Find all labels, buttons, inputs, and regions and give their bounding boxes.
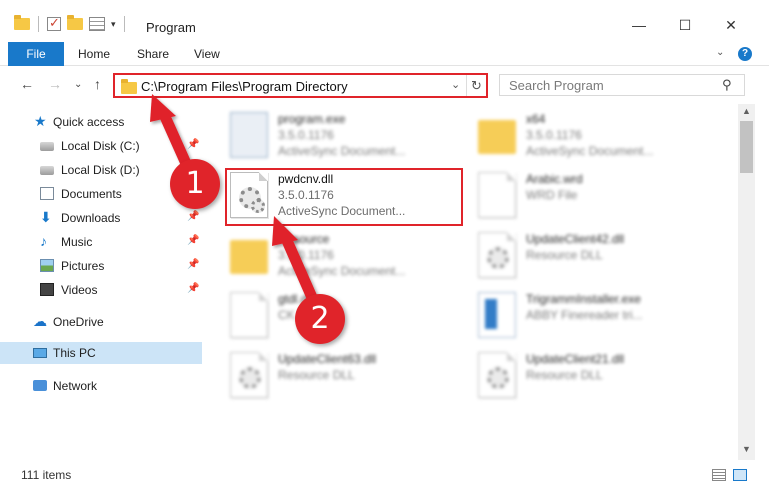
arrow-1 — [150, 94, 194, 174]
annotation-arrows — [150, 94, 320, 308]
annotation-badge-1: 1 — [170, 159, 220, 209]
arrow-2 — [272, 216, 320, 308]
annotation-badge-2: 2 — [295, 294, 345, 344]
